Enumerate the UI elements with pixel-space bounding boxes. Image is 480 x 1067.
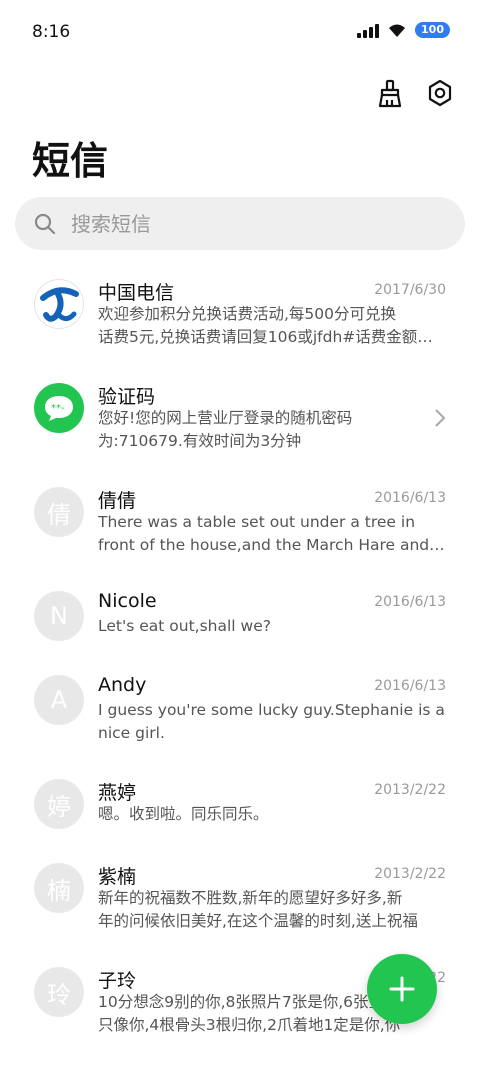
page-title: 短信 [32,139,109,183]
conversation-date: 2013/2/22 [374,866,446,882]
avatar: 楠 [34,863,84,913]
status-icons: 100 [357,22,450,38]
conversation-date: 2017/6/30 [374,282,446,298]
conversation-name: 紫楠 [98,866,137,888]
header-actions [374,76,456,110]
avatar: 婷 [34,779,84,829]
conversation-name: 中国电信 [98,282,175,304]
conversation-name: 子玲 [98,970,137,992]
status-bar: 8:16 100 [0,0,480,66]
compose-button[interactable] [367,954,437,1024]
plus-icon [389,976,415,1002]
conversation-item[interactable]: N Nicole 2016/6/13 Let's eat out,shall w… [0,574,480,658]
conversation-date: 2013/2/22 [374,782,446,798]
conversation-item[interactable]: 婷 燕婷 2013/2/22 嗯。收到啦。同乐同乐。 [0,762,480,846]
settings-hexagon-icon[interactable] [424,76,456,110]
conversation-name: 燕婷 [98,782,137,804]
wifi-icon [389,24,406,37]
conversation-name: Andy [98,674,147,696]
conversation-preview: 欢迎参加积分兑换话费活动,每500分可兑换 话费5元,兑换话费请回复106或jf… [98,305,448,346]
conversation-preview: 嗯。收到啦。同乐同乐。 [98,805,269,823]
conversation-item[interactable]: 楠 紫楠 2013/2/22 新年的祝福数不胜数,新年的愿望好多好多,新 年的问… [0,846,480,950]
conversation-item[interactable]: A Andy 2016/6/13 I guess you're some luc… [0,658,480,762]
conversation-item[interactable]: 中国电信 2017/6/30 欢迎参加积分兑换话费活动,每500分可兑换 话费5… [0,262,480,366]
avatar: 玲 [34,967,84,1017]
avatar: 倩 [34,487,84,537]
conversation-item[interactable]: **- 验证码 您好!您的网上营业厅登录的随机密码 为:710679.有效时间为… [0,366,480,470]
chevron-right-icon [435,409,446,427]
svg-text:**-: **- [51,403,65,414]
conversation-preview: I guess you're some lucky guy.Stephanie … [98,701,445,742]
conversation-date: 2016/6/13 [374,594,446,610]
search-input[interactable] [69,210,433,237]
avatar: N [34,591,84,641]
china-telecom-logo-icon [34,279,84,329]
conversation-preview: There was a table set out under a tree i… [98,513,448,554]
conversation-preview: 新年的祝福数不胜数,新年的愿望好多好多,新 年的问候依旧美好,在这个温馨的时刻,… [98,889,418,930]
conversation-item[interactable]: 倩 倩倩 2016/6/13 There was a table set out… [0,470,480,574]
status-time: 8:16 [32,22,71,42]
avatar: A [34,675,84,725]
conversation-name: 倩倩 [98,490,137,512]
conversation-preview: Let's eat out,shall we? [98,617,271,635]
conversation-name: 验证码 [98,386,156,408]
conversation-name: Nicole [98,590,157,612]
message-bubble-icon: **- [34,383,84,433]
search-icon [34,213,56,234]
search-bar[interactable] [15,197,465,250]
battery-indicator: 100 [415,22,450,38]
conversation-list: 中国电信 2017/6/30 欢迎参加积分兑换话费活动,每500分可兑换 话费5… [0,262,480,1054]
conversation-date: 2016/6/13 [374,678,446,694]
conversation-preview: 您好!您的网上营业厅登录的随机密码 为:710679.有效时间为3分钟 [98,409,353,450]
broom-icon[interactable] [374,76,406,110]
conversation-date: 2016/6/13 [374,490,446,506]
signal-icon [357,22,380,38]
